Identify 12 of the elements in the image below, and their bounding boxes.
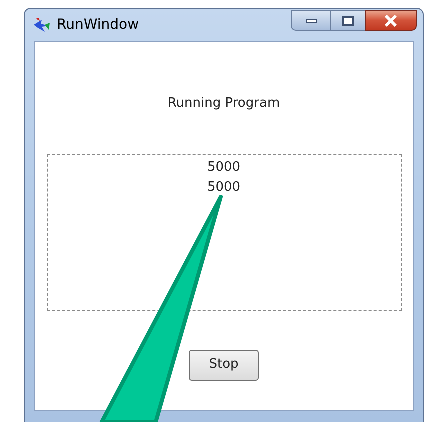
- maximize-button[interactable]: [331, 10, 365, 31]
- maximize-icon: [342, 16, 354, 26]
- status-heading: Running Program: [168, 95, 280, 113]
- window-title: RunWindow: [57, 16, 140, 34]
- app-icon: [33, 17, 51, 33]
- close-button[interactable]: [365, 10, 417, 31]
- stop-button[interactable]: Stop: [189, 350, 259, 380]
- minimize-button[interactable]: [291, 10, 331, 31]
- close-icon: [384, 14, 398, 26]
- output-line: 5000: [207, 158, 241, 176]
- output-line: 5000: [207, 178, 241, 196]
- minimize-icon: [306, 18, 316, 22]
